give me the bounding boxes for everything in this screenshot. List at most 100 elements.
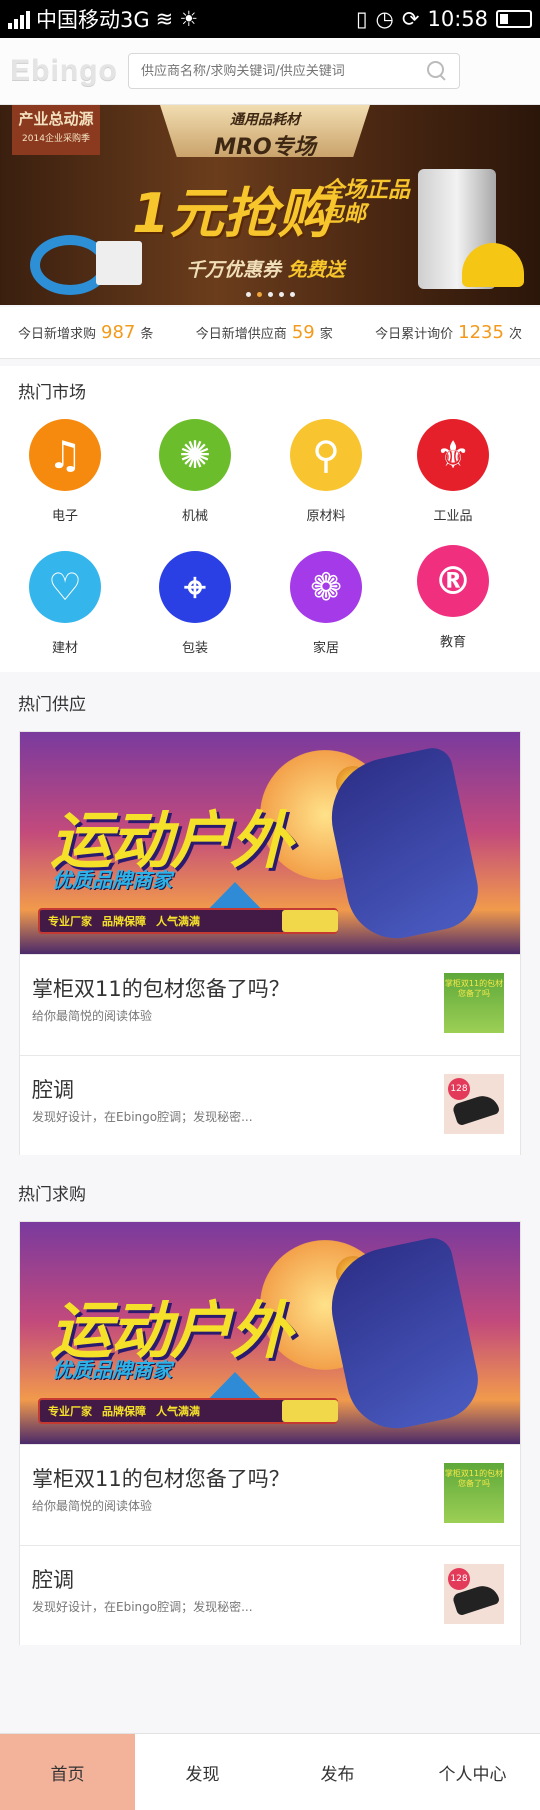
- list-item[interactable]: 掌柜双11的包材您备了吗？ 给你最简悦的阅读体验 掌柜双11的包材您备了吗: [20, 1444, 520, 1544]
- supply-card: 运动户外 优质品牌商家 专业厂家 品牌保障 人气满满 掌柜双11的包材您备了吗？…: [19, 731, 521, 1155]
- promo-subtitle: 优质品牌商家: [52, 1358, 172, 1382]
- tab-publish[interactable]: 发布: [270, 1734, 405, 1810]
- category-education[interactable]: ® 教育: [393, 545, 513, 650]
- thumb-text: 掌柜双11的包材您备了吗: [444, 979, 504, 998]
- item-title: 腔调: [32, 1078, 74, 1102]
- promo-badge: [282, 910, 338, 932]
- stat-unit: 家: [319, 327, 333, 342]
- category-label: 原材料: [306, 509, 346, 524]
- thumb-badge: 128: [448, 1078, 470, 1100]
- tab-discover[interactable]: 发现: [135, 1734, 270, 1810]
- thumb-badge: 128: [448, 1568, 470, 1590]
- battery-icon: [496, 10, 532, 28]
- music-note-icon[interactable]: ♫: [29, 419, 101, 491]
- alarm-icon: ◷: [375, 7, 394, 31]
- registered-icon[interactable]: ®: [417, 545, 489, 617]
- promo-subtitle: 优质品牌商家: [52, 868, 172, 892]
- stat-value: 987: [101, 322, 136, 343]
- carousel-dot[interactable]: [289, 292, 295, 297]
- banner-plate: 通用品耗材 MRO专场: [160, 105, 370, 157]
- promo-image[interactable]: 运动户外 优质品牌商家 专业厂家 品牌保障 人气满满: [20, 732, 520, 954]
- clock-time: 10:58: [427, 7, 488, 31]
- weather-icon: ☀: [179, 7, 199, 31]
- banner-ribbon: 产业总动源 2014企业采购季: [12, 105, 100, 155]
- stat-value: 59: [291, 322, 315, 343]
- hot-market-section: 热门市场 ♫ 电子 ✺ 机械 ⚲ 原材料 ⚜ 工业品 ♡ 建材 ⌖ 包装 ❁ 家…: [0, 366, 540, 672]
- category-label: 教育: [439, 635, 466, 650]
- app-header: Ebingo: [0, 38, 540, 105]
- stats-bar: 今日新增求购 987 条 今日新增供应商 59 家 今日累计询价 1235 次: [0, 307, 540, 359]
- search-input[interactable]: [141, 63, 427, 79]
- tab-home[interactable]: 首页: [0, 1734, 135, 1810]
- hot-demand-section: 热门求购 运动户外 优质品牌商家 专业厂家 品牌保障 人气满满 掌柜双11的包材…: [0, 1168, 540, 1654]
- paw-icon[interactable]: ❁: [290, 551, 362, 623]
- list-item[interactable]: 腔调 发现好设计，在Ebingo腔调；发现秘密... 128: [20, 1545, 520, 1645]
- section-title: 热门供应: [18, 695, 86, 715]
- promo-tag: 品牌保障: [102, 915, 146, 928]
- carousel-dot[interactable]: [278, 292, 284, 297]
- carousel-dot[interactable]: [245, 292, 251, 297]
- banner-headline: 1元抢购: [132, 182, 332, 245]
- promo-tag: 专业厂家: [48, 915, 92, 928]
- section-title: 热门市场: [18, 383, 86, 403]
- app-logo[interactable]: Ebingo: [0, 54, 128, 88]
- banner-side-line2: 包邮: [322, 202, 367, 227]
- category-packaging[interactable]: ⌖ 包装: [135, 551, 255, 656]
- carrier-label: 中国移动3G: [36, 8, 150, 32]
- search-icon[interactable]: [427, 61, 447, 81]
- tab-profile[interactable]: 个人中心: [405, 1734, 540, 1810]
- stat-label: 今日新增求购: [18, 327, 97, 342]
- category-machinery[interactable]: ✺ 机械: [135, 419, 255, 524]
- signal-icon: [8, 9, 30, 29]
- category-label: 机械: [181, 509, 208, 524]
- category-raw-materials[interactable]: ⚲ 原材料: [266, 419, 386, 524]
- stat-unit: 次: [508, 327, 522, 342]
- pin-icon[interactable]: ⚲: [290, 419, 362, 491]
- banner-subline: 千万优惠券 免费送: [186, 255, 345, 282]
- category-label: 建材: [51, 641, 78, 656]
- stat-label: 今日新增供应商: [195, 327, 287, 342]
- banner-sub-part1: 千万优惠券: [186, 259, 288, 281]
- wifi-icon: ≋: [155, 7, 174, 31]
- carousel-dot[interactable]: [267, 292, 273, 297]
- item-title: 掌柜双11的包材您备了吗？: [32, 977, 290, 1001]
- category-home[interactable]: ❁ 家居: [266, 551, 386, 656]
- item-thumbnail: 掌柜双11的包材您备了吗: [444, 973, 504, 1033]
- item-desc: 给你最简悦的阅读体验: [32, 1499, 153, 1513]
- fleur-de-lis-icon[interactable]: ⚜: [417, 419, 489, 491]
- list-item[interactable]: 掌柜双11的包材您备了吗？ 给你最简悦的阅读体验 掌柜双11的包材您备了吗: [20, 954, 520, 1054]
- item-desc: 给你最简悦的阅读体验: [32, 1009, 153, 1023]
- stat-total-inquiries: 今日累计询价 1235 次: [375, 322, 522, 343]
- stat-label: 今日累计询价: [375, 327, 454, 342]
- item-title: 掌柜双11的包材您备了吗？: [32, 1467, 290, 1491]
- bird-heart-icon[interactable]: ♡: [29, 551, 101, 623]
- burst-icon[interactable]: ✺: [159, 419, 231, 491]
- promo-image[interactable]: 运动户外 优质品牌商家 专业厂家 品牌保障 人气满满: [20, 1222, 520, 1444]
- bottom-tab-bar: 首页 发现 发布 个人中心: [0, 1733, 540, 1810]
- item-thumbnail: 128: [444, 1564, 504, 1624]
- category-industrial[interactable]: ⚜ 工业品: [393, 419, 513, 524]
- carousel-dot[interactable]: [256, 292, 262, 297]
- category-label: 家居: [312, 641, 339, 656]
- promo-tag: 人气满满: [156, 915, 200, 928]
- crosshair-icon[interactable]: ⌖: [159, 551, 231, 623]
- promo-badge: [282, 1400, 338, 1422]
- category-electronics[interactable]: ♫ 电子: [5, 419, 125, 524]
- promo-tag: 专业厂家: [48, 1405, 92, 1418]
- ribbon-title: 产业总动源: [18, 110, 94, 128]
- stat-value: 1235: [458, 322, 504, 343]
- plate-top-text: 通用品耗材: [230, 112, 300, 128]
- hot-supply-section: 热门供应 运动户外 优质品牌商家 专业厂家 品牌保障 人气满满 掌柜双11的包材…: [0, 678, 540, 1156]
- category-building[interactable]: ♡ 建材: [5, 551, 125, 656]
- sync-icon: ⟳: [401, 7, 420, 31]
- item-thumbnail: 128: [444, 1074, 504, 1134]
- carousel-dots[interactable]: [0, 292, 540, 297]
- demand-card: 运动户外 优质品牌商家 专业厂家 品牌保障 人气满满 掌柜双11的包材您备了吗？…: [19, 1221, 521, 1645]
- status-bar: 中国移动3G ≋ ☀ ▯ ◷ ⟳ 10:58: [0, 0, 540, 38]
- section-title: 热门求购: [18, 1185, 86, 1205]
- item-desc: 发现好设计，在Ebingo腔调；发现秘密...: [32, 1600, 253, 1614]
- list-item[interactable]: 腔调 发现好设计，在Ebingo腔调；发现秘密... 128: [20, 1055, 520, 1155]
- promo-tag: 人气满满: [156, 1405, 200, 1418]
- search-box[interactable]: [128, 53, 460, 89]
- promo-banner[interactable]: 产业总动源 2014企业采购季 通用品耗材 MRO专场 1元抢购 全场正品 包邮…: [0, 105, 540, 305]
